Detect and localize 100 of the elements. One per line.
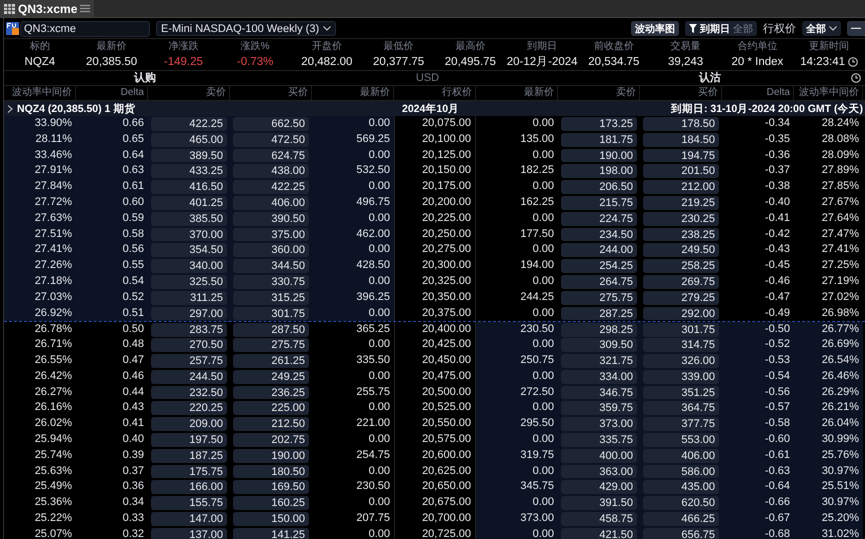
ask-price[interactable]: 391.50 [561, 496, 637, 510]
bid-price[interactable]: 212.50 [233, 417, 309, 431]
bid-price[interactable]: 620.50 [643, 496, 719, 510]
ask-price[interactable]: 400.00 [561, 448, 637, 463]
bid-price[interactable]: 141.25 [233, 528, 309, 539]
ask-price[interactable]: 325.50 [151, 274, 227, 289]
ask-price[interactable]: 311.25 [151, 290, 227, 305]
bid-price[interactable]: 466.25 [643, 512, 719, 526]
column-header[interactable]: Delta [722, 86, 794, 100]
column-header[interactable]: 行权价 [394, 86, 476, 100]
ask-price[interactable]: 187.25 [151, 448, 227, 463]
ask-price[interactable]: 215.75 [561, 196, 637, 210]
column-header[interactable]: 最新价 [312, 86, 394, 100]
bid-price[interactable]: 435.00 [643, 480, 719, 494]
ask-price[interactable]: 363.00 [561, 464, 637, 478]
column-header[interactable]: 波动率中间价 [794, 86, 863, 100]
ask-price[interactable]: 232.50 [151, 386, 227, 400]
bid-price[interactable]: 330.75 [233, 274, 309, 289]
column-header[interactable]: 买价 [640, 86, 722, 100]
ask-price[interactable]: 321.75 [561, 354, 637, 368]
bid-price[interactable]: 230.25 [643, 212, 719, 226]
collapse-button[interactable]: — [847, 21, 865, 36]
ask-price[interactable]: 309.50 [561, 338, 637, 352]
ask-price[interactable]: 429.00 [561, 480, 637, 494]
bid-price[interactable]: 438.00 [233, 164, 309, 178]
column-header[interactable]: 买价 [230, 86, 312, 100]
bid-price[interactable]: 261.25 [233, 354, 309, 368]
ask-price[interactable]: 334.00 [561, 370, 637, 384]
bid-price[interactable]: 375.00 [233, 228, 309, 242]
ask-price[interactable]: 173.25 [561, 117, 637, 131]
ask-price[interactable]: 147.00 [151, 512, 227, 526]
ask-price[interactable]: 137.00 [151, 528, 227, 539]
ask-price[interactable]: 197.50 [151, 432, 227, 447]
bid-price[interactable]: 287.50 [233, 323, 309, 338]
ask-price[interactable]: 346.75 [561, 386, 637, 400]
bid-price[interactable]: 219.25 [643, 196, 719, 210]
ask-price[interactable]: 257.75 [151, 354, 227, 368]
column-header[interactable]: 波动率中间价 [4, 86, 76, 100]
bid-price[interactable]: 339.00 [643, 370, 719, 384]
bid-price[interactable]: 390.50 [233, 212, 309, 226]
ask-price[interactable]: 354.50 [151, 243, 227, 258]
bid-price[interactable]: 249.50 [643, 243, 719, 258]
bid-price[interactable]: 212.00 [643, 180, 719, 194]
bid-price[interactable]: 292.00 [643, 306, 719, 320]
ask-price[interactable]: 181.75 [561, 132, 637, 147]
ask-price[interactable]: 206.50 [561, 180, 637, 194]
ask-price[interactable]: 433.25 [151, 164, 227, 178]
bid-price[interactable]: 472.50 [233, 132, 309, 147]
bid-price[interactable]: 150.00 [233, 512, 309, 526]
ask-price[interactable]: 401.25 [151, 196, 227, 210]
symbol-field[interactable]: QN3:xcme [20, 20, 150, 36]
bid-price[interactable]: 184.50 [643, 132, 719, 147]
ask-price[interactable]: 416.50 [151, 180, 227, 194]
bid-price[interactable]: 662.50 [233, 117, 309, 131]
ask-price[interactable]: 254.25 [561, 259, 637, 273]
bid-price[interactable]: 279.25 [643, 290, 719, 305]
product-dropdown[interactable]: E-Mini NASDAQ-100 Weekly (3) [156, 21, 336, 36]
bid-price[interactable]: 178.50 [643, 117, 719, 131]
ask-price[interactable]: 166.00 [151, 480, 227, 494]
ask-price[interactable]: 335.75 [561, 432, 637, 447]
ask-price[interactable]: 458.75 [561, 512, 637, 526]
ask-price[interactable]: 244.00 [561, 243, 637, 258]
bid-price[interactable]: 406.00 [643, 448, 719, 463]
ask-price[interactable]: 264.75 [561, 274, 637, 289]
ask-price[interactable]: 234.50 [561, 228, 637, 242]
bid-price[interactable]: 249.25 [233, 370, 309, 384]
bid-price[interactable]: 202.75 [233, 432, 309, 447]
bid-price[interactable]: 301.75 [233, 306, 309, 320]
bid-price[interactable]: 225.00 [233, 401, 309, 416]
ask-price[interactable]: 155.75 [151, 496, 227, 510]
bid-price[interactable]: 194.75 [643, 148, 719, 162]
strike-dropdown[interactable]: 全部 [802, 21, 841, 36]
ask-price[interactable]: 385.50 [151, 212, 227, 226]
bid-price[interactable]: 236.25 [233, 386, 309, 400]
bid-price[interactable]: 269.75 [643, 274, 719, 289]
bid-price[interactable]: 160.25 [233, 496, 309, 510]
bid-price[interactable]: 422.25 [233, 180, 309, 194]
ask-price[interactable]: 220.25 [151, 401, 227, 416]
bid-price[interactable]: 169.50 [233, 480, 309, 494]
ask-price[interactable]: 373.00 [561, 417, 637, 431]
ask-price[interactable]: 359.75 [561, 401, 637, 416]
bid-price[interactable]: 351.25 [643, 386, 719, 400]
bid-price[interactable]: 624.75 [233, 148, 309, 162]
ask-price[interactable]: 198.00 [561, 164, 637, 178]
bid-price[interactable]: 190.00 [233, 448, 309, 463]
bid-price[interactable]: 315.25 [233, 290, 309, 305]
bid-price[interactable]: 301.75 [643, 323, 719, 338]
bid-price[interactable]: 656.75 [643, 528, 719, 539]
ask-price[interactable]: 422.25 [151, 117, 227, 131]
bid-price[interactable]: 360.00 [233, 243, 309, 258]
ask-price[interactable]: 297.00 [151, 306, 227, 320]
bid-price[interactable]: 364.75 [643, 401, 719, 416]
volatility-chart-button[interactable]: 波动率图 [631, 21, 679, 36]
bid-price[interactable]: 275.75 [233, 338, 309, 352]
ask-price[interactable]: 283.75 [151, 323, 227, 338]
ask-price[interactable]: 209.00 [151, 417, 227, 431]
bid-price[interactable]: 258.25 [643, 259, 719, 273]
column-header[interactable]: 最新价 [476, 86, 558, 100]
ask-price[interactable]: 270.50 [151, 338, 227, 352]
ask-price[interactable]: 370.00 [151, 228, 227, 242]
